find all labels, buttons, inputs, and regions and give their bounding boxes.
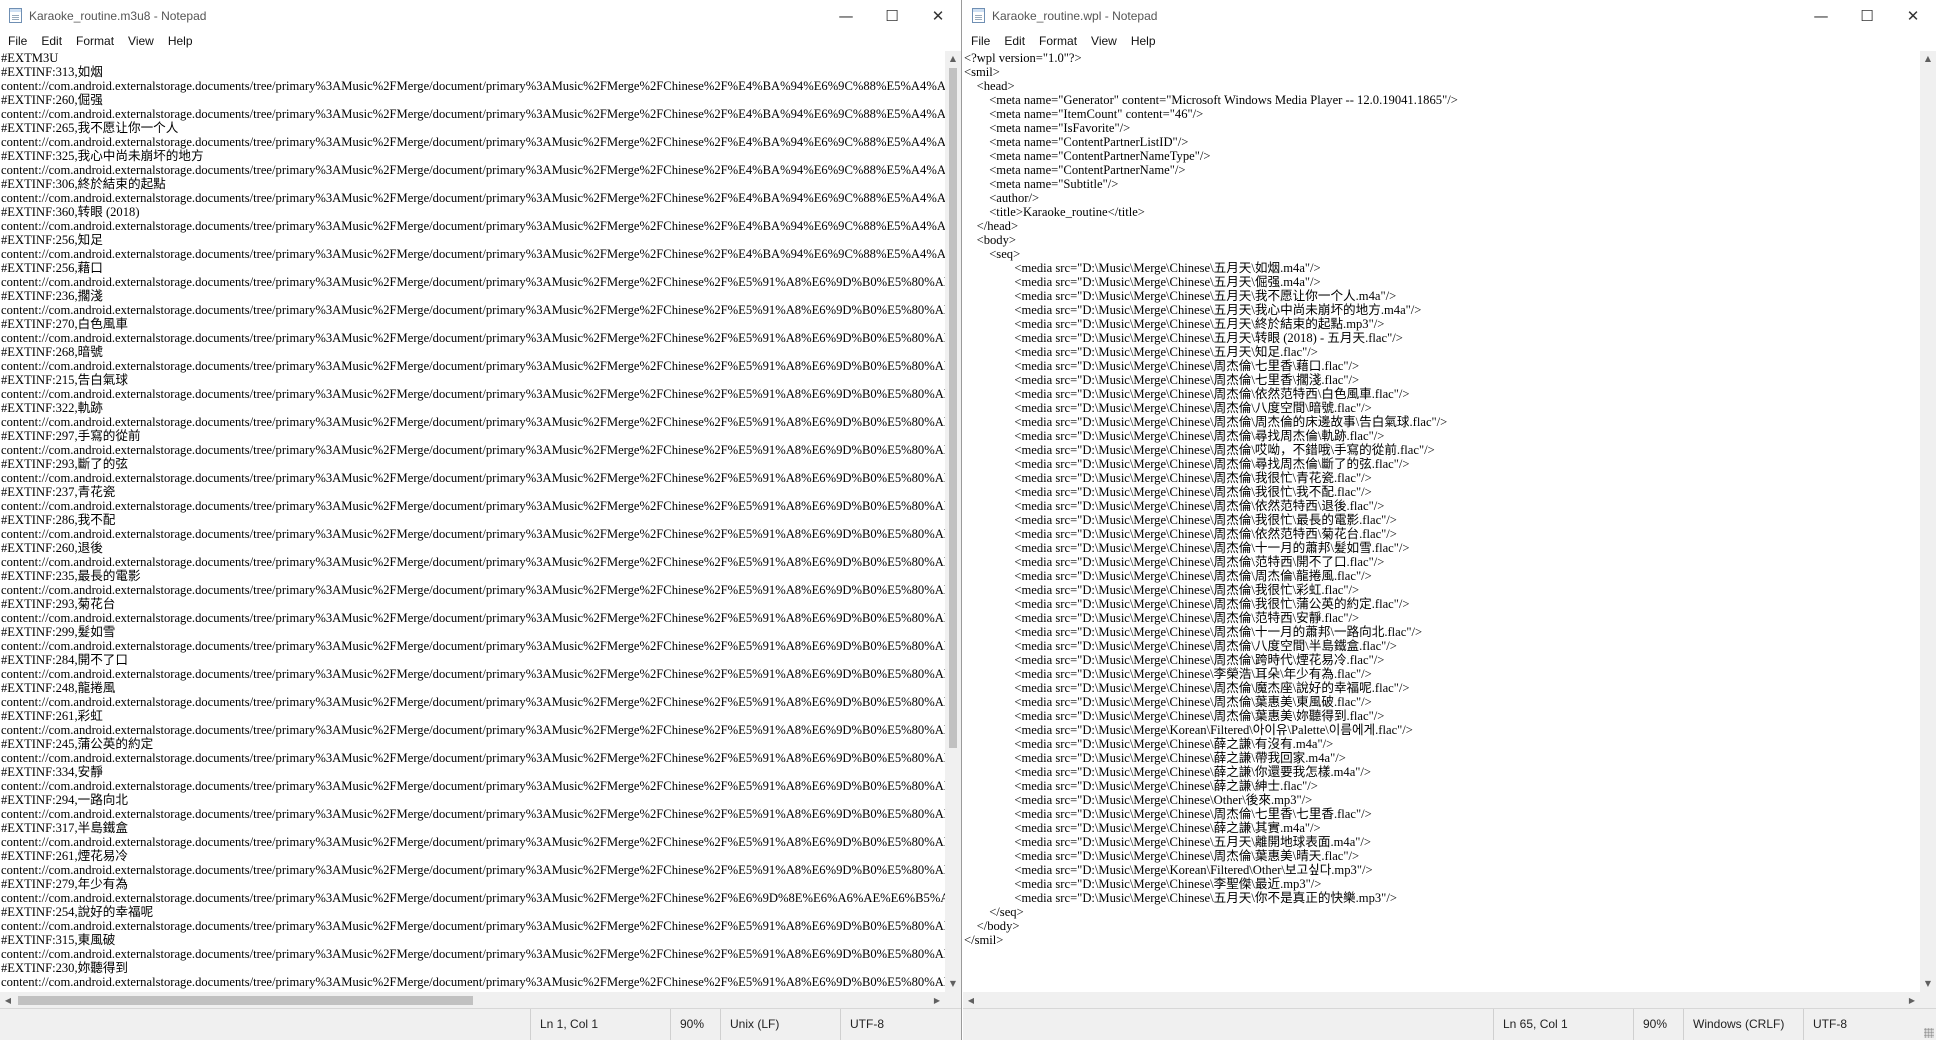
- text-editor[interactable]: <?wpl version="1.0"?> <smil> <head> <met…: [963, 51, 1920, 992]
- status-line-ending: Unix (LF): [720, 1009, 840, 1040]
- vertical-scrollbar[interactable]: ▲ ▼: [945, 51, 961, 992]
- caption-buttons: — ☐ ✕: [823, 0, 961, 31]
- horizontal-scroll-thumb[interactable]: [18, 996, 473, 1005]
- status-bar: Ln 1, Col 1 90% Unix (LF) UTF-8: [0, 1008, 961, 1040]
- menu-edit[interactable]: Edit: [997, 31, 1032, 51]
- scroll-up-icon[interactable]: ▲: [945, 51, 961, 67]
- menu-view[interactable]: View: [1084, 31, 1124, 51]
- notepad-window-right: Karaoke_routine.wpl - Notepad — ☐ ✕ File…: [963, 0, 1936, 1040]
- maximize-icon: ☐: [885, 6, 899, 25]
- editor-content[interactable]: <?wpl version="1.0"?> <smil> <head> <met…: [963, 51, 1920, 947]
- close-button[interactable]: ✕: [915, 0, 961, 31]
- title-bar[interactable]: Karaoke_routine.wpl - Notepad — ☐ ✕: [963, 0, 1936, 31]
- title-bar[interactable]: Karaoke_routine.m3u8 - Notepad — ☐ ✕: [0, 0, 961, 31]
- notepad-window-left: Karaoke_routine.m3u8 - Notepad — ☐ ✕ Fil…: [0, 0, 962, 1040]
- scroll-right-icon[interactable]: ▶: [1904, 992, 1920, 1009]
- status-position: Ln 65, Col 1: [1493, 1009, 1633, 1040]
- minimize-icon: —: [838, 6, 854, 25]
- menu-bar: File Edit Format View Help: [963, 31, 1936, 51]
- notepad-icon: [9, 8, 22, 23]
- window-title: Karaoke_routine.wpl - Notepad: [992, 8, 1158, 23]
- status-zoom: 90%: [670, 1009, 720, 1040]
- maximize-button[interactable]: ☐: [869, 0, 915, 31]
- menu-format[interactable]: Format: [69, 31, 121, 51]
- status-line-ending: Windows (CRLF): [1683, 1009, 1803, 1040]
- window-title: Karaoke_routine.m3u8 - Notepad: [29, 8, 207, 23]
- text-editor[interactable]: #EXTM3U #EXTINF:313,如烟 content://com.and…: [0, 51, 945, 992]
- scroll-left-icon[interactable]: ◀: [963, 992, 979, 1009]
- scroll-down-icon[interactable]: ▼: [1920, 976, 1936, 992]
- scroll-up-icon[interactable]: ▲: [1920, 51, 1936, 67]
- resize-grip-icon[interactable]: [1924, 1028, 1934, 1038]
- scrollbar-corner: [945, 992, 961, 1009]
- status-zoom: 90%: [1633, 1009, 1683, 1040]
- menu-edit[interactable]: Edit: [34, 31, 69, 51]
- minimize-button[interactable]: —: [823, 0, 869, 31]
- horizontal-scrollbar[interactable]: ◀ ▶: [0, 992, 945, 1009]
- scroll-right-icon[interactable]: ▶: [929, 992, 945, 1009]
- menu-format[interactable]: Format: [1032, 31, 1084, 51]
- menu-file[interactable]: File: [1, 31, 34, 51]
- status-encoding: UTF-8: [1803, 1009, 1936, 1040]
- vertical-scroll-thumb[interactable]: [949, 68, 957, 748]
- maximize-icon: ☐: [1860, 6, 1874, 25]
- menu-file[interactable]: File: [964, 31, 997, 51]
- menu-help[interactable]: Help: [1124, 31, 1163, 51]
- notepad-icon: [972, 8, 985, 23]
- scrollbar-corner: [1920, 992, 1936, 1009]
- close-icon: ✕: [931, 6, 945, 25]
- maximize-button[interactable]: ☐: [1844, 0, 1890, 31]
- minimize-icon: —: [1813, 6, 1829, 25]
- status-encoding: UTF-8: [840, 1009, 961, 1040]
- status-bar: Ln 65, Col 1 90% Windows (CRLF) UTF-8: [963, 1008, 1936, 1040]
- menu-bar: File Edit Format View Help: [0, 31, 961, 51]
- caption-buttons: — ☐ ✕: [1798, 0, 1936, 31]
- menu-view[interactable]: View: [121, 31, 161, 51]
- scroll-left-icon[interactable]: ◀: [0, 992, 16, 1009]
- menu-help[interactable]: Help: [161, 31, 200, 51]
- scroll-down-icon[interactable]: ▼: [945, 976, 961, 992]
- minimize-button[interactable]: —: [1798, 0, 1844, 31]
- status-position: Ln 1, Col 1: [530, 1009, 670, 1040]
- close-button[interactable]: ✕: [1890, 0, 1936, 31]
- editor-content[interactable]: #EXTM3U #EXTINF:313,如烟 content://com.and…: [0, 51, 945, 989]
- close-icon: ✕: [1906, 6, 1920, 25]
- vertical-scrollbar[interactable]: ▲ ▼: [1920, 51, 1936, 992]
- horizontal-scrollbar[interactable]: ◀ ▶: [963, 992, 1920, 1009]
